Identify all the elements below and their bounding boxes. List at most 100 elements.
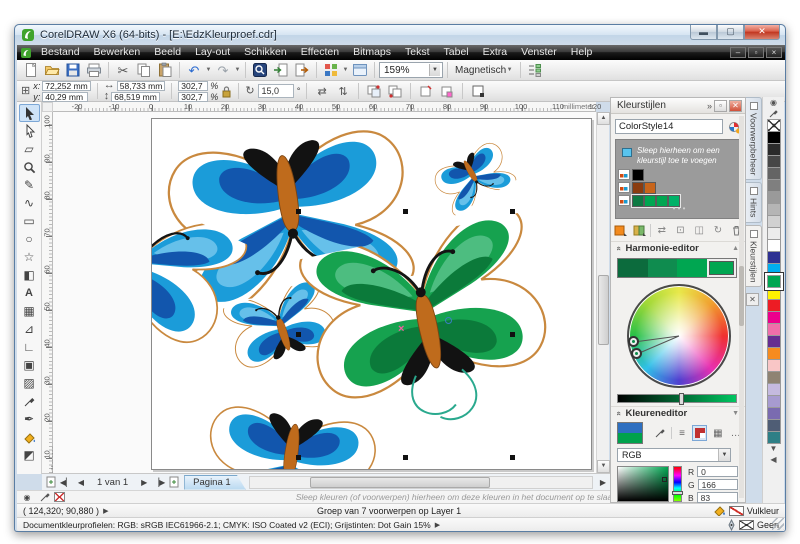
unlink-harmony-button[interactable]: ⊡ <box>672 223 689 238</box>
color-style-row[interactable] <box>616 168 742 181</box>
color-style-swatch[interactable] <box>644 195 656 207</box>
vertical-scroll-thumb[interactable] <box>598 275 609 345</box>
color-harmony-wheel[interactable] <box>627 284 731 388</box>
crop-tool[interactable]: ▱ <box>19 140 40 158</box>
scroll-right-button[interactable]: ▶ <box>596 475 610 489</box>
basic-shapes-tool[interactable]: ◧ <box>19 266 40 284</box>
minimize-button[interactable]: ▬ <box>690 25 717 40</box>
print-button[interactable] <box>84 61 104 79</box>
link-harmony-button[interactable]: ⇄ <box>653 223 670 238</box>
docker-tab-voorwerpbeheer[interactable]: Voorwerpbeheer <box>746 97 762 180</box>
intersect-button[interactable] <box>438 83 456 100</box>
fill-color-swatch[interactable] <box>729 506 744 516</box>
trim-button[interactable] <box>417 83 435 100</box>
channel-value-input[interactable]: 83 <box>697 492 738 503</box>
application-launcher-button[interactable] <box>321 61 341 79</box>
object-x-input[interactable]: 72,252 mm <box>42 81 91 91</box>
docker-tab-kleurstijlen[interactable]: Kleurstijlen <box>746 225 762 288</box>
ruler-origin-button[interactable] <box>42 102 53 112</box>
maximize-button[interactable]: ▢ <box>717 25 744 40</box>
vertical-ruler[interactable]: millimeter 100908070605040302010 <box>42 112 53 473</box>
next-page-button[interactable]: ▶ <box>137 475 151 489</box>
save-button[interactable] <box>63 61 83 79</box>
mirror-vertical-button[interactable]: ⇅ <box>334 83 352 100</box>
export-button[interactable] <box>292 61 312 79</box>
status-flyout-icon[interactable]: ▶ <box>103 507 108 515</box>
doc-palette-no-color-swatch[interactable] <box>54 492 65 502</box>
palette-expand-button[interactable]: ◀ <box>767 455 781 466</box>
color-style-swatch[interactable] <box>632 169 644 181</box>
menu-help[interactable]: Help <box>564 45 600 60</box>
selection-handle[interactable] <box>510 332 515 337</box>
close-button[interactable]: ✕ <box>744 25 780 40</box>
harmony-color-segment[interactable] <box>677 259 707 277</box>
harmony-color-segment[interactable] <box>648 259 678 277</box>
rotation-angle-input[interactable]: 15,0 <box>258 84 294 98</box>
doc-palette-eyedropper-icon[interactable] <box>37 490 51 504</box>
horizontal-ruler[interactable]: millimeter -20-1001020304050607080901001… <box>53 102 596 112</box>
application-launcher-button-dropdown[interactable]: ▼ <box>342 61 349 79</box>
scroll-up-button[interactable]: ▲ <box>597 112 610 125</box>
mirror-horizontal-button[interactable]: ⇄ <box>313 83 331 100</box>
editor-eyedropper-button[interactable] <box>653 425 668 441</box>
selection-handle[interactable] <box>296 455 301 460</box>
polygon-tool[interactable]: ☆ <box>19 248 40 266</box>
redo-button[interactable]: ↷ <box>213 61 233 79</box>
zoom-level-select[interactable]: 159%▼ <box>379 62 443 78</box>
doc-restore-button[interactable]: ▫ <box>748 47 764 58</box>
snap-to-select[interactable]: Magnetisch▼ <box>452 61 516 79</box>
harmony-color-segment[interactable] <box>707 259 737 277</box>
harmony-editor-header[interactable]: « Harmonie-editor ▲ <box>611 241 745 254</box>
paste-button[interactable] <box>155 61 175 79</box>
previous-page-button[interactable]: ◀ <box>74 475 88 489</box>
hue-strip-thumb[interactable] <box>672 491 683 495</box>
saturation-brightness-square[interactable] <box>617 466 669 502</box>
connector-tool[interactable]: ∟ <box>19 338 40 356</box>
channel-value-input[interactable]: 0 <box>697 466 738 477</box>
resize-grip[interactable] <box>772 518 784 530</box>
shape-tool[interactable] <box>19 122 40 140</box>
menu-layout[interactable]: Lay-out <box>188 45 237 60</box>
docker-scrollbar[interactable] <box>739 116 744 498</box>
fill-tool[interactable] <box>19 428 40 446</box>
docker-scroll-thumb[interactable] <box>739 266 744 326</box>
color-editor-header[interactable]: « Kleureneditor ▼ <box>611 406 745 419</box>
harmony-gradient-bar[interactable] <box>617 258 737 278</box>
scroll-down-button[interactable]: ▼ <box>597 460 610 473</box>
color-sliders-button[interactable]: ≡ <box>675 425 690 441</box>
menu-beeld[interactable]: Beeld <box>147 45 188 60</box>
menu-tabel[interactable]: Tabel <box>437 45 476 60</box>
selection-handle[interactable] <box>296 209 301 214</box>
menu-schikken[interactable]: Schikken <box>237 45 294 60</box>
docker-tab-hints[interactable]: Hints <box>746 182 762 222</box>
copy-button[interactable] <box>134 61 154 79</box>
rectangle-tool[interactable]: ▭ <box>19 212 40 230</box>
import-button[interactable] <box>271 61 291 79</box>
selection-handle[interactable] <box>403 455 408 460</box>
selection-center-mark[interactable]: × <box>398 325 404 333</box>
zoom-tool[interactable] <box>19 158 40 176</box>
ellipse-tool[interactable]: ○ <box>19 230 40 248</box>
color-style-swatch[interactable] <box>632 182 644 194</box>
freehand-tool[interactable]: ✎ <box>19 176 40 194</box>
weld-button[interactable] <box>386 83 404 100</box>
object-height-input[interactable]: 68,519 mm <box>111 92 160 102</box>
selection-handle[interactable] <box>510 455 515 460</box>
convert-style-button[interactable]: ◫ <box>691 223 708 238</box>
cut-button[interactable]: ✂ <box>113 61 133 79</box>
selection-handle[interactable] <box>510 209 515 214</box>
new-document-button[interactable] <box>21 61 41 79</box>
combine-button[interactable] <box>365 83 383 100</box>
outline-pen-tool[interactable]: ✒ <box>19 410 40 428</box>
interactive-fill-tool[interactable]: ◩ <box>19 446 40 464</box>
menu-tekst[interactable]: Tekst <box>398 45 437 60</box>
color-style-row[interactable] <box>616 181 742 194</box>
harmony-brightness-slider[interactable] <box>617 394 737 403</box>
docker-tabs-close-button[interactable]: ✕ <box>746 293 759 306</box>
blend-tool[interactable]: ▣ <box>19 356 40 374</box>
title-bar[interactable]: CorelDRAW X6 (64-bits) - [E:\EdzKleurpro… <box>15 25 785 45</box>
harmony-color-segment[interactable] <box>618 259 648 277</box>
color-style-swatch[interactable] <box>632 195 644 207</box>
color-viewers-button[interactable] <box>692 425 707 441</box>
docker-float-button[interactable]: ▫ <box>714 100 727 112</box>
